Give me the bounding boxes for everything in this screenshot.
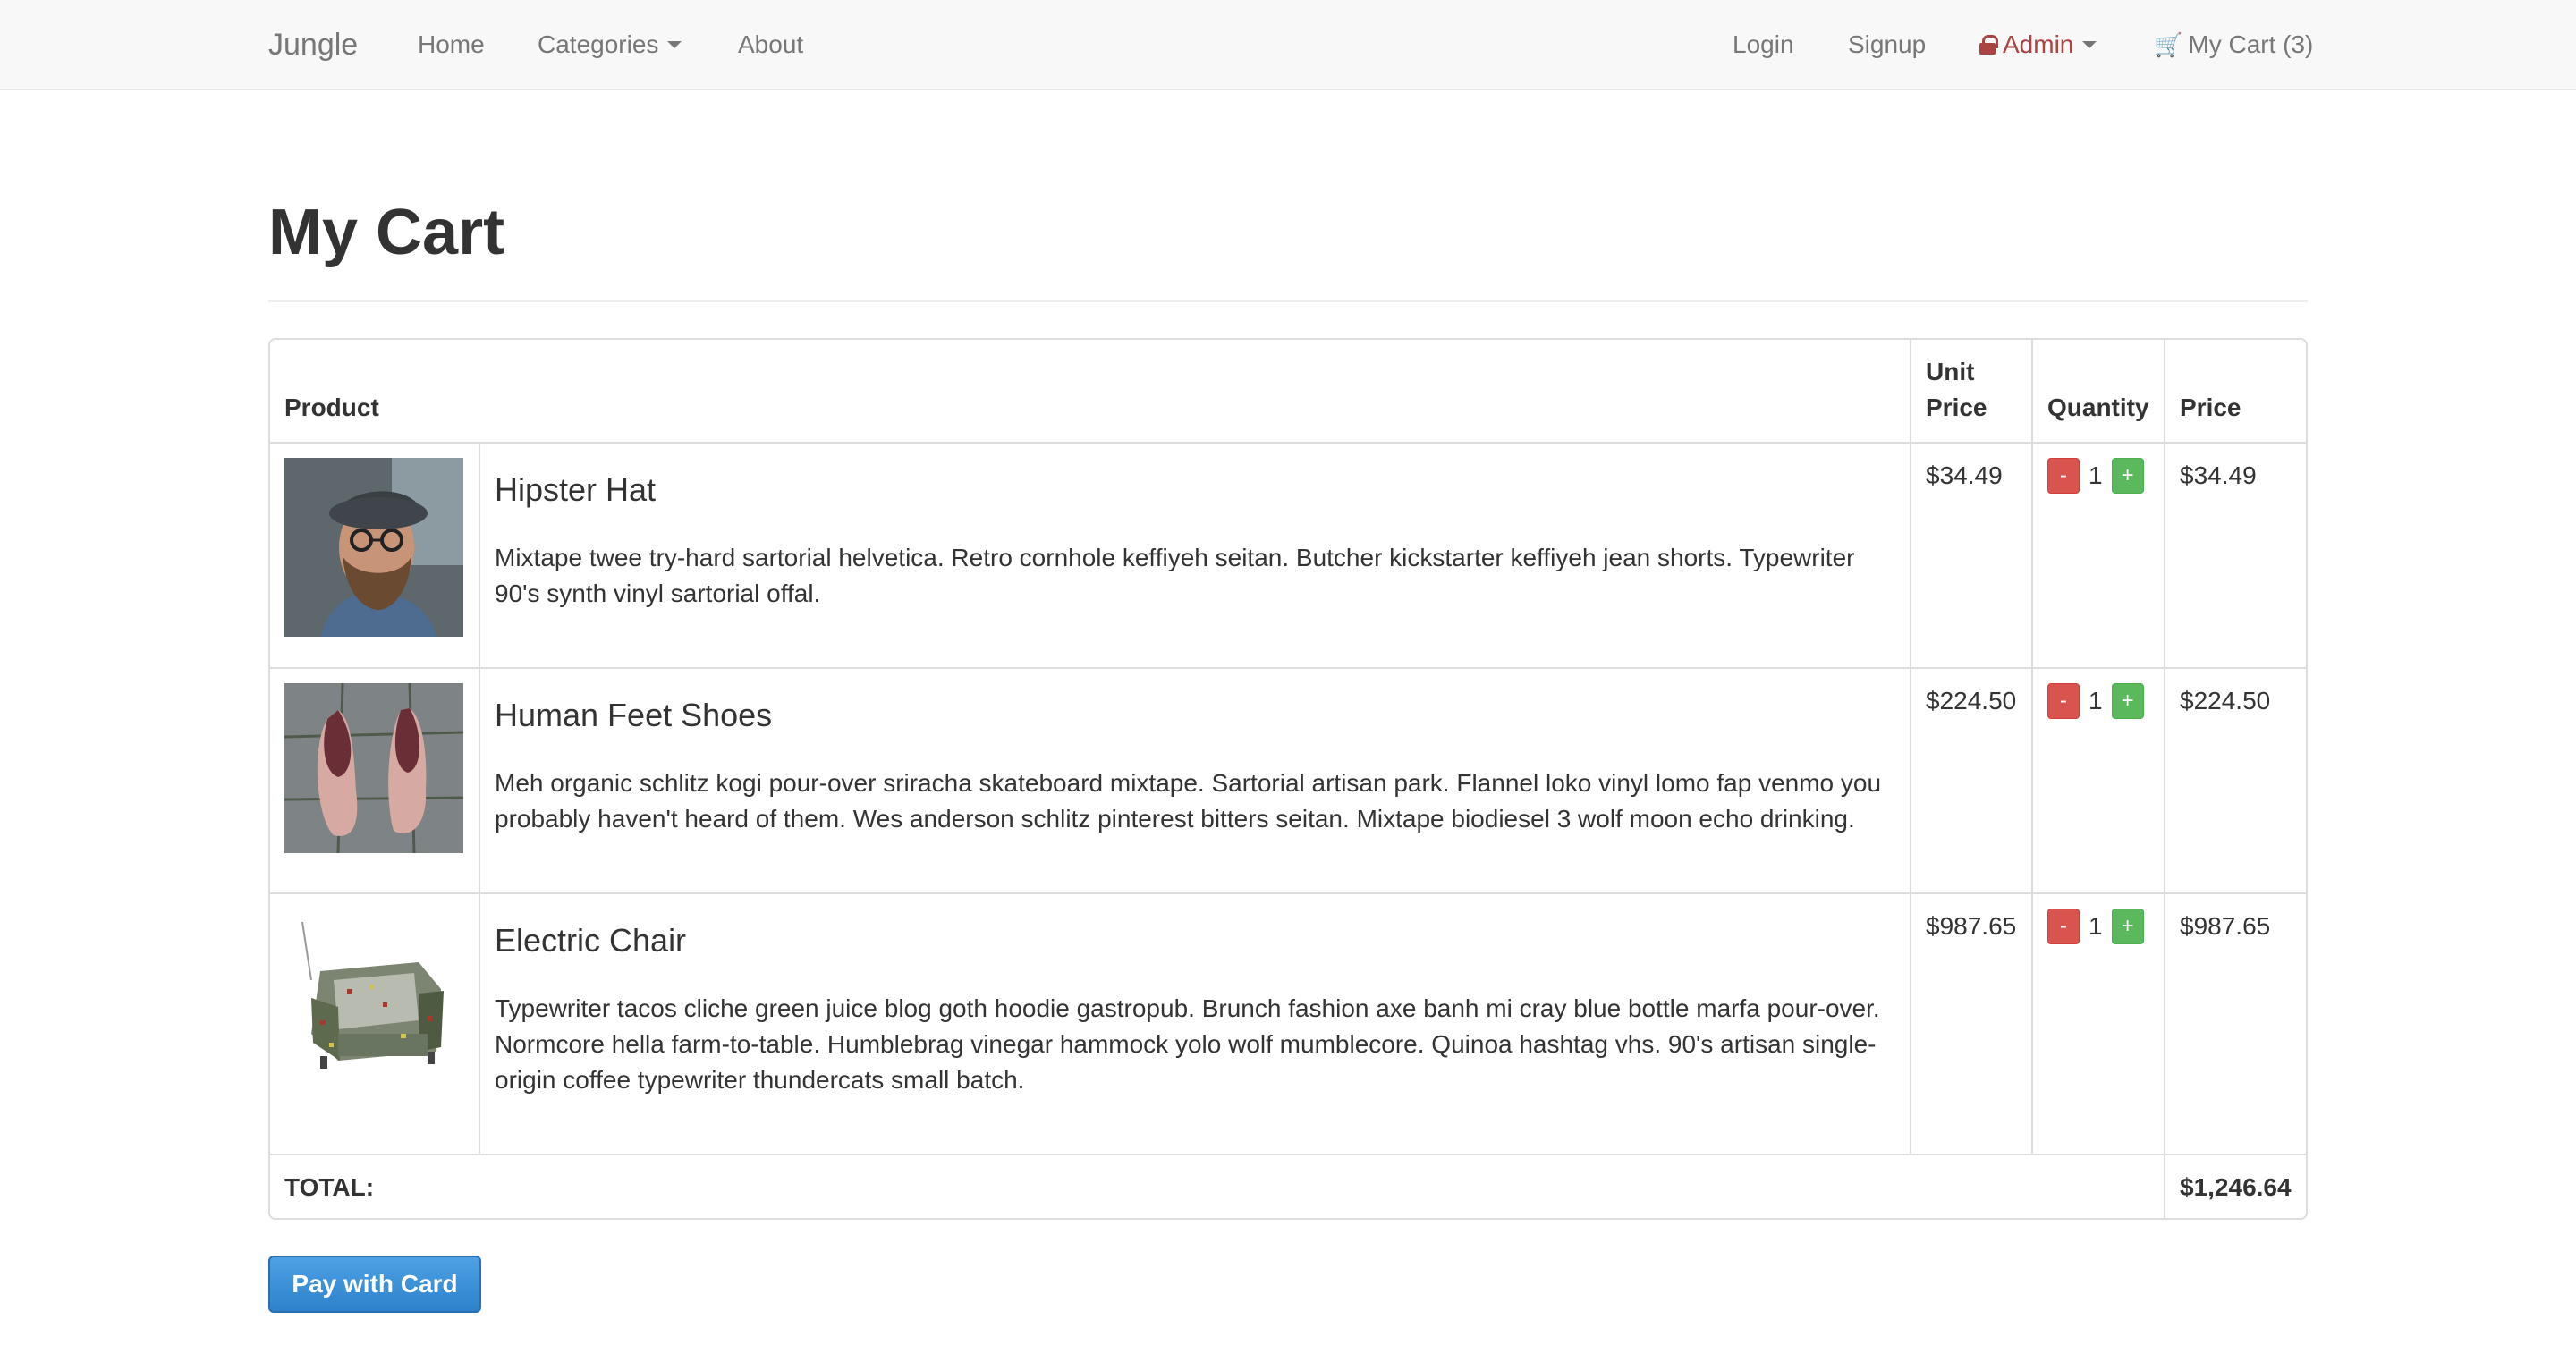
nav-signup-link[interactable]: Signup	[1848, 27, 1926, 63]
nav-admin-label: Admin	[2003, 30, 2074, 58]
increase-quantity-button[interactable]: +	[2111, 909, 2144, 944]
brand-link[interactable]: Jungle	[268, 27, 358, 63]
top-navbar: Jungle Home Categories About Login Signu…	[0, 0, 2576, 90]
product-image-cell	[270, 668, 480, 894]
product-description: Meh organic schlitz kogi pour-over srira…	[495, 769, 1882, 833]
price-cell: $34.49	[2165, 443, 2306, 669]
decrease-quantity-button[interactable]: -	[2047, 458, 2080, 494]
price-cell: $224.50	[2165, 668, 2306, 894]
product-info-cell: Hipster Hat Mixtape twee try-hard sartor…	[479, 443, 1911, 669]
quantity-value: 1	[2089, 687, 2103, 715]
unit-price-cell: $224.50	[1911, 668, 2033, 894]
product-image-electric-chair[interactable]	[284, 909, 463, 1087]
header-price: Price	[2165, 340, 2306, 444]
lock-icon	[1979, 35, 1998, 55]
shopping-cart-icon: 🛒	[2154, 31, 2183, 58]
price-cell: $987.65	[2165, 893, 2306, 1155]
product-image-cell	[270, 443, 480, 669]
total-label: TOTAL:	[270, 1154, 2165, 1218]
table-row: Electric Chair Typewriter tacos cliche g…	[270, 893, 2306, 1155]
quantity-cell: - 1 +	[2032, 668, 2165, 894]
product-image-human-feet-shoes[interactable]	[284, 683, 463, 853]
nav-cart-label: My Cart (3)	[2188, 30, 2314, 58]
decrease-quantity-button[interactable]: -	[2047, 683, 2080, 719]
product-info-cell: Electric Chair Typewriter tacos cliche g…	[479, 893, 1911, 1155]
product-description: Mixtape twee try-hard sartorial helvetic…	[495, 544, 1855, 607]
quantity-cell: - 1 +	[2032, 893, 2165, 1155]
header-quantity: Quantity	[2032, 340, 2165, 444]
caret-down-icon	[667, 40, 682, 48]
title-divider	[268, 300, 2308, 302]
table-header-row: Product Unit Price Quantity Price	[270, 340, 2306, 444]
header-unit-price: Unit Price	[1911, 340, 2033, 444]
product-name[interactable]: Human Feet Shoes	[495, 696, 1895, 735]
nav-login-link[interactable]: Login	[1733, 27, 1794, 63]
unit-price-cell: $987.65	[1911, 893, 2033, 1155]
unit-price-cell: $34.49	[1911, 443, 2033, 669]
product-image-hipster-hat[interactable]	[284, 458, 463, 637]
product-description: Typewriter tacos cliche green juice blog…	[495, 994, 1880, 1094]
nav-about-link[interactable]: About	[738, 27, 803, 63]
caret-down-icon	[2082, 40, 2097, 48]
product-info-cell: Human Feet Shoes Meh organic schlitz kog…	[479, 668, 1911, 894]
nav-categories-label: Categories	[538, 30, 659, 58]
header-product: Product	[270, 340, 1911, 444]
quantity-value: 1	[2089, 912, 2103, 940]
nav-home-link[interactable]: Home	[418, 27, 485, 63]
pay-with-card-button[interactable]: Pay with Card	[268, 1256, 481, 1313]
nav-categories-dropdown[interactable]: Categories	[538, 27, 682, 63]
nav-cart-link[interactable]: 🛒 My Cart (3)	[2154, 27, 2313, 63]
product-name[interactable]: Electric Chair	[495, 921, 1895, 960]
total-value: $1,246.64	[2180, 1173, 2292, 1201]
table-row: Hipster Hat Mixtape twee try-hard sartor…	[270, 443, 2306, 669]
decrease-quantity-button[interactable]: -	[2047, 909, 2080, 944]
increase-quantity-button[interactable]: +	[2111, 683, 2144, 719]
page-title: My Cart	[268, 197, 505, 268]
quantity-value: 1	[2089, 461, 2103, 489]
table-row: Human Feet Shoes Meh organic schlitz kog…	[270, 668, 2306, 894]
total-row: TOTAL: $1,246.64	[270, 1154, 2306, 1218]
nav-admin-dropdown[interactable]: Admin	[1979, 27, 2097, 63]
cart-table: Product Unit Price Quantity Price Hipste…	[268, 338, 2308, 1220]
quantity-cell: - 1 +	[2032, 443, 2165, 669]
product-name[interactable]: Hipster Hat	[495, 470, 1895, 510]
increase-quantity-button[interactable]: +	[2111, 458, 2144, 494]
product-image-cell	[270, 893, 480, 1155]
